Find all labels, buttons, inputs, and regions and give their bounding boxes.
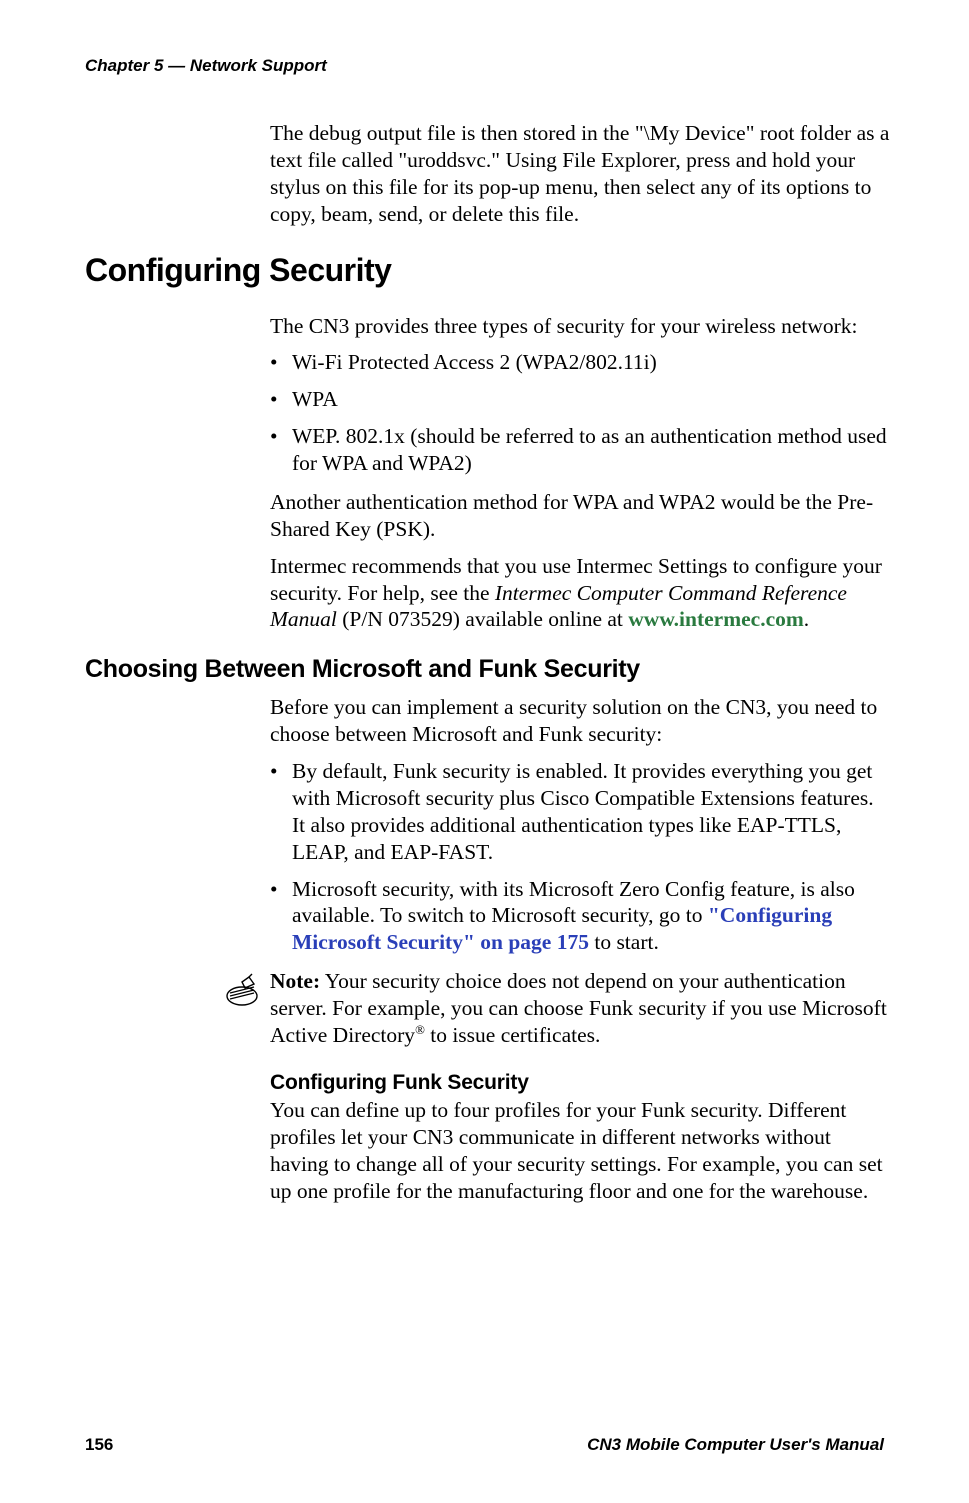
list-item: WPA [270,386,890,413]
heading-configuring-funk: Configuring Funk Security [270,1071,890,1095]
note-icon [222,972,262,1008]
note-text: Note: Your security choice does not depe… [270,968,890,1049]
sec1-intro: The CN3 provides three types of security… [270,313,890,340]
sec1-para2: Another authentication method for WPA an… [270,489,890,543]
note-label: Note: [270,969,320,993]
footer-title: CN3 Mobile Computer User's Manual [587,1435,884,1455]
list-item: By default, Funk security is enabled. It… [270,758,890,866]
text: to issue certificates. [425,1023,601,1047]
sec3-para: You can define up to four profiles for y… [270,1097,890,1205]
list-item: Microsoft security, with its Microsoft Z… [270,876,890,957]
body-column-intro: The debug output file is then stored in … [270,120,890,228]
text: to start. [589,930,659,954]
text: (P/N 073529) available online at [337,607,628,631]
note-icon-cell [222,968,270,1013]
page: Chapter 5 — Network Support The debug ou… [0,0,969,1503]
page-number: 156 [85,1435,113,1455]
list-item: Wi-Fi Protected Access 2 (WPA2/802.11i) [270,349,890,376]
heading-configuring-security: Configuring Security [85,252,884,289]
sec1-bullet-list: Wi-Fi Protected Access 2 (WPA2/802.11i) … [270,349,890,477]
page-footer: 156 CN3 Mobile Computer User's Manual [85,1435,884,1455]
list-item: WEP. 802.1x (should be referred to as an… [270,423,890,477]
body-column-sec2: Before you can implement a security solu… [270,694,890,1204]
registered-mark: ® [415,1023,425,1037]
intermec-link[interactable]: www.intermec.com [628,607,804,631]
intro-paragraph: The debug output file is then stored in … [270,120,890,228]
sec2-bullet-list: By default, Funk security is enabled. It… [270,758,890,956]
body-column-sec1: The CN3 provides three types of security… [270,313,890,634]
note-block: Note: Your security choice does not depe… [222,968,890,1049]
text: . [804,607,809,631]
sec2-intro: Before you can implement a security solu… [270,694,890,748]
sec1-para3: Intermec recommends that you use Interme… [270,553,890,634]
running-head: Chapter 5 — Network Support [85,56,884,76]
heading-choosing-security: Choosing Between Microsoft and Funk Secu… [85,655,884,684]
